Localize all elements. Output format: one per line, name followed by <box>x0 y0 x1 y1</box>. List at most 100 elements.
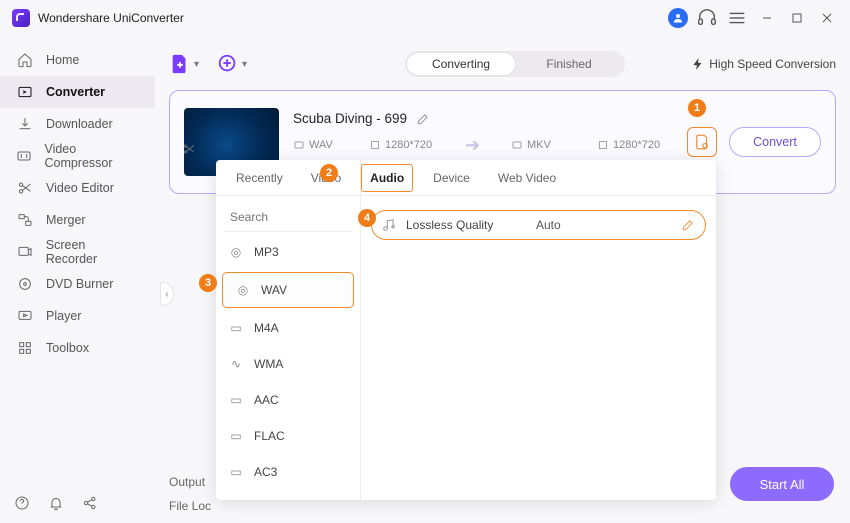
add-file-button[interactable]: ▾ <box>169 53 199 75</box>
disc-icon: ◎ <box>228 244 244 260</box>
format-label: AC3 <box>254 465 277 479</box>
sidebar-item-merger[interactable]: Merger <box>0 204 155 236</box>
search-input[interactable] <box>230 210 361 224</box>
rename-icon[interactable] <box>415 111 431 127</box>
edit-quality-icon[interactable] <box>681 218 695 232</box>
sidebar-item-toolbox[interactable]: Toolbox <box>0 332 155 364</box>
sidebar-item-compressor[interactable]: Video Compressor <box>0 140 155 172</box>
titlebar: Wondershare UniConverter <box>0 0 850 36</box>
sidebar-item-label: Screen Recorder <box>46 238 139 266</box>
file-wave-icon: ∿ <box>228 356 244 372</box>
help-icon[interactable] <box>12 493 32 513</box>
app-logo-icon <box>12 9 30 27</box>
sidebar-item-label: Home <box>46 53 79 67</box>
output-settings-button[interactable] <box>687 127 717 157</box>
sidebar-item-dvd[interactable]: DVD Burner <box>0 268 155 300</box>
merge-icon <box>16 211 34 229</box>
converter-icon <box>16 83 34 101</box>
grid-icon <box>16 339 34 357</box>
sidebar-item-label: Downloader <box>46 117 113 131</box>
format-search[interactable] <box>224 202 352 232</box>
app-title: Wondershare UniConverter <box>38 11 184 25</box>
sidebar-item-home[interactable]: Home <box>0 44 155 76</box>
sidebar-footer <box>12 493 100 513</box>
scissors-icon <box>16 179 34 197</box>
tab-converting[interactable]: Converting <box>407 53 515 75</box>
format-item-m4a[interactable]: ▭ M4A <box>216 310 360 346</box>
callout-badge-2: 2 <box>320 164 338 182</box>
format-label: M4A <box>254 321 279 335</box>
disc-icon: ◎ <box>235 282 251 298</box>
file-flac-icon: ▭ <box>228 428 244 444</box>
format-item-mp3[interactable]: ◎ MP3 <box>216 234 360 270</box>
file-title: Scuba Diving - 699 <box>293 111 407 126</box>
add-url-button[interactable]: ▾ <box>217 53 247 75</box>
home-icon <box>16 51 34 69</box>
output-label: Output <box>169 475 211 489</box>
high-speed-toggle[interactable]: High Speed Conversion <box>691 57 836 71</box>
minimize-icon[interactable] <box>756 7 778 29</box>
callout-badge-1: 1 <box>688 99 706 117</box>
file-edit-toolbar <box>178 138 200 160</box>
format-label: WAV <box>261 283 287 297</box>
format-item-wma[interactable]: ∿ WMA <box>216 346 360 382</box>
sidebar-item-recorder[interactable]: Screen Recorder <box>0 236 155 268</box>
callout-badge-4: 4 <box>358 209 376 227</box>
download-icon <box>16 115 34 133</box>
format-item-ac3[interactable]: ▭ AC3 <box>216 454 360 490</box>
high-speed-label: High Speed Conversion <box>709 57 836 71</box>
music-note-icon <box>382 218 396 232</box>
convert-button[interactable]: Convert <box>729 127 821 157</box>
hamburger-icon[interactable] <box>726 7 748 29</box>
share-icon[interactable] <box>80 493 100 513</box>
sidebar-item-label: Merger <box>46 213 86 227</box>
dst-resolution: 1280*720 <box>613 139 660 151</box>
sidebar-item-editor[interactable]: Video Editor <box>0 172 155 204</box>
quality-row[interactable]: Lossless Quality Auto <box>371 210 706 240</box>
bell-icon[interactable] <box>46 493 66 513</box>
format-list: ◎ MP3 ◎ WAV ▭ M4A ∿ WMA ▭ AAC ▭ FLAC ▭ AC3 <box>216 160 361 500</box>
quality-label: Lossless Quality <box>406 218 526 232</box>
bottom-info: Output File Loc <box>169 475 211 513</box>
compressor-icon <box>16 147 32 165</box>
format-label: MP3 <box>254 245 279 259</box>
sidebar-item-player[interactable]: Player <box>0 300 155 332</box>
format-item-aac[interactable]: ▭ AAC <box>216 382 360 418</box>
start-all-button[interactable]: Start All <box>730 467 834 501</box>
src-resolution: 1280*720 <box>385 139 432 151</box>
file-badge-icon: ▭ <box>228 392 244 408</box>
tab-finished[interactable]: Finished <box>515 53 623 75</box>
sidebar-item-label: Converter <box>46 85 105 99</box>
convert-arrow-icon: ➔ <box>465 135 505 156</box>
close-icon[interactable] <box>816 7 838 29</box>
status-segmented: Converting Finished <box>405 51 625 77</box>
sidebar-item-label: DVD Burner <box>46 277 113 291</box>
format-label: FLAC <box>254 429 285 443</box>
sidebar: Home Converter Downloader Video Compress… <box>0 36 155 523</box>
headset-icon[interactable] <box>696 7 718 29</box>
src-format: WAV <box>309 139 333 151</box>
file-badge-icon: ▭ <box>228 320 244 336</box>
disc-icon <box>16 275 34 293</box>
chevron-down-icon: ▾ <box>194 59 199 70</box>
trim-icon[interactable] <box>178 138 200 160</box>
format-item-wav[interactable]: ◎ WAV <box>222 272 354 308</box>
quality-value: Auto <box>536 218 561 232</box>
sidebar-item-label: Video Editor <box>46 181 114 195</box>
format-label: WMA <box>254 357 283 371</box>
format-item-flac[interactable]: ▭ FLAC <box>216 418 360 454</box>
recorder-icon <box>16 243 34 261</box>
format-popover: Recently Video Audio Device Web Video ◎M… <box>216 160 716 500</box>
toolbar: ▾ ▾ Converting Finished High Speed Conve… <box>169 44 836 84</box>
sidebar-item-converter[interactable]: Converter <box>0 76 155 108</box>
format-label: AAC <box>254 393 279 407</box>
chevron-down-icon: ▾ <box>242 59 247 70</box>
sidebar-item-label: Video Compressor <box>44 142 139 170</box>
maximize-icon[interactable] <box>786 7 808 29</box>
file-location-label: File Loc <box>169 499 211 513</box>
account-icon[interactable] <box>668 8 688 28</box>
file-badge-icon: ▭ <box>228 464 244 480</box>
tab-recently[interactable]: Recently <box>228 165 291 191</box>
player-icon <box>16 307 34 325</box>
sidebar-item-downloader[interactable]: Downloader <box>0 108 155 140</box>
